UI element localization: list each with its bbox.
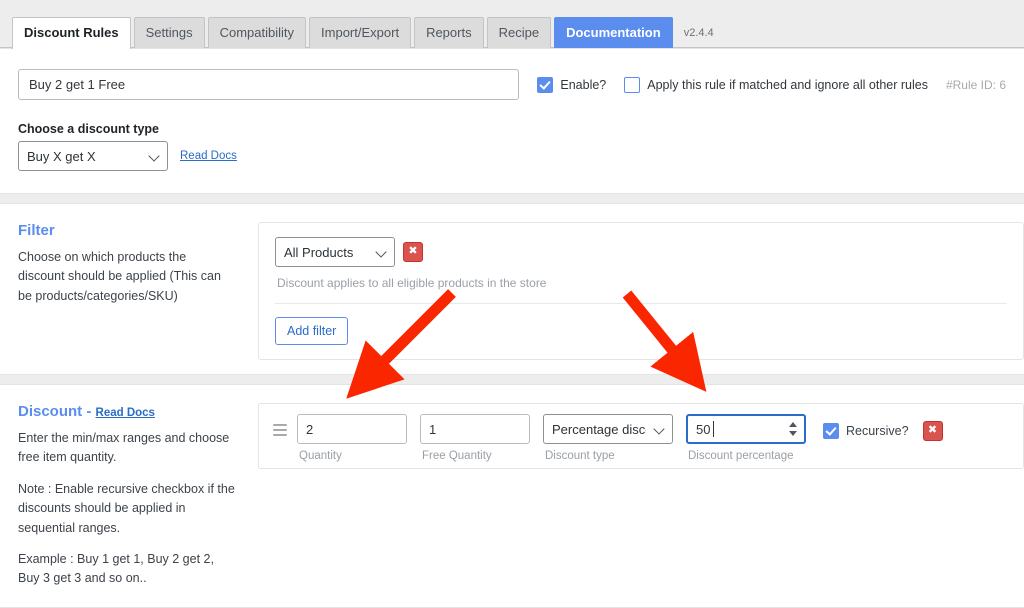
version-label: v2.4.4 [684, 27, 714, 48]
discount-type-field-label: Choose a discount type [18, 122, 1006, 136]
tab-reports[interactable]: Reports [414, 17, 484, 48]
discount-section-title: Discount - Read Docs [18, 403, 236, 420]
tab-import-export[interactable]: Import/Export [309, 17, 411, 48]
tab-discount-rules[interactable]: Discount Rules [12, 17, 131, 49]
discount-percentage-field: Discount percentage [686, 414, 806, 462]
discount-title-dash: - [86, 403, 91, 420]
discount-percentage-input-wrapper [686, 414, 806, 444]
remove-filter-icon[interactable]: ✖ [403, 242, 423, 262]
recursive-label: Recursive? [846, 424, 909, 438]
filter-divider [275, 303, 1007, 304]
recursive-checkbox-group[interactable]: Recursive? ✖ [823, 421, 943, 441]
general-settings-card: Enable? Apply this rule if matched and i… [0, 48, 1024, 194]
discount-content-column: Quantity Free Quantity Percentage discou… [258, 385, 1024, 607]
tab-settings[interactable]: Settings [134, 17, 205, 48]
add-filter-button[interactable]: Add filter [275, 317, 348, 345]
tab-compatibility[interactable]: Compatibility [208, 17, 306, 48]
filter-section-title: Filter [18, 222, 236, 239]
drag-handle-icon[interactable] [273, 415, 287, 445]
row-discount-type-select-wrapper: Percentage discount [543, 414, 673, 444]
filter-select-row: All Products ✖ [275, 237, 1007, 267]
discount-type-row: Buy X get X Read Docs [18, 141, 1006, 171]
enable-label: Enable? [560, 78, 606, 92]
quantity-sublabel: Quantity [299, 450, 407, 462]
exclusive-rule-checkbox-group[interactable]: Apply this rule if matched and ignore al… [624, 77, 928, 93]
tab-recipe[interactable]: Recipe [487, 17, 551, 48]
discount-description-3: Example : Buy 1 get 1, Buy 2 get 2, Buy … [18, 550, 236, 589]
quantity-input[interactable] [297, 414, 407, 444]
discount-type-field: Percentage discount Discount type [543, 414, 673, 462]
discount-description-1: Enter the min/max ranges and choose free… [18, 429, 236, 468]
quantity-field: Quantity [297, 414, 407, 462]
filter-panel: All Products ✖ Discount applies to all e… [258, 222, 1024, 360]
filter-content-column: All Products ✖ Discount applies to all e… [258, 204, 1024, 374]
row-discount-type-select[interactable]: Percentage discount [543, 414, 673, 444]
read-docs-link[interactable]: Read Docs [180, 150, 237, 162]
discount-description-column: Discount - Read Docs Enter the min/max r… [0, 385, 258, 607]
free-quantity-sublabel: Free Quantity [422, 450, 530, 462]
discount-type-sublabel: Discount type [545, 450, 673, 462]
remove-discount-row-icon[interactable]: ✖ [923, 421, 943, 441]
enable-checkbox[interactable] [537, 77, 553, 93]
free-quantity-input[interactable] [420, 414, 530, 444]
exclusive-rule-checkbox[interactable] [624, 77, 640, 93]
discount-percentage-input[interactable] [686, 414, 806, 444]
rule-name-input[interactable] [18, 69, 519, 100]
recursive-checkbox[interactable] [823, 423, 839, 439]
exclusive-rule-label: Apply this rule if matched and ignore al… [647, 78, 928, 92]
discount-description-2: Note : Enable recursive checkbox if the … [18, 480, 236, 538]
filter-description-column: Filter Choose on which products the disc… [0, 204, 258, 374]
rule-name-row: Enable? Apply this rule if matched and i… [18, 69, 1006, 100]
filter-note: Discount applies to all eligible product… [277, 276, 1007, 290]
filter-type-select[interactable]: All Products [275, 237, 395, 267]
filter-type-select-wrapper: All Products [275, 237, 395, 267]
discount-row: Quantity Free Quantity Percentage discou… [271, 414, 1011, 462]
tab-bar: Discount Rules Settings Compatibility Im… [0, 0, 1024, 48]
discount-percentage-sublabel: Discount percentage [688, 450, 806, 462]
discount-type-select[interactable]: Buy X get X [18, 141, 168, 171]
filter-card: Filter Choose on which products the disc… [0, 203, 1024, 375]
tab-documentation[interactable]: Documentation [554, 17, 673, 48]
rule-id-label: #Rule ID: 6 [946, 78, 1006, 92]
discount-card: Discount - Read Docs Enter the min/max r… [0, 384, 1024, 608]
text-caret [713, 421, 714, 437]
discount-type-select-wrapper: Buy X get X [18, 141, 168, 171]
free-quantity-field: Free Quantity [420, 414, 530, 462]
discount-read-docs-link[interactable]: Read Docs [96, 407, 155, 419]
discount-rows-panel: Quantity Free Quantity Percentage discou… [258, 403, 1024, 469]
filter-description: Choose on which products the discount sh… [18, 248, 236, 306]
enable-checkbox-group[interactable]: Enable? [537, 77, 606, 93]
discount-title-text: Discount [18, 403, 82, 420]
